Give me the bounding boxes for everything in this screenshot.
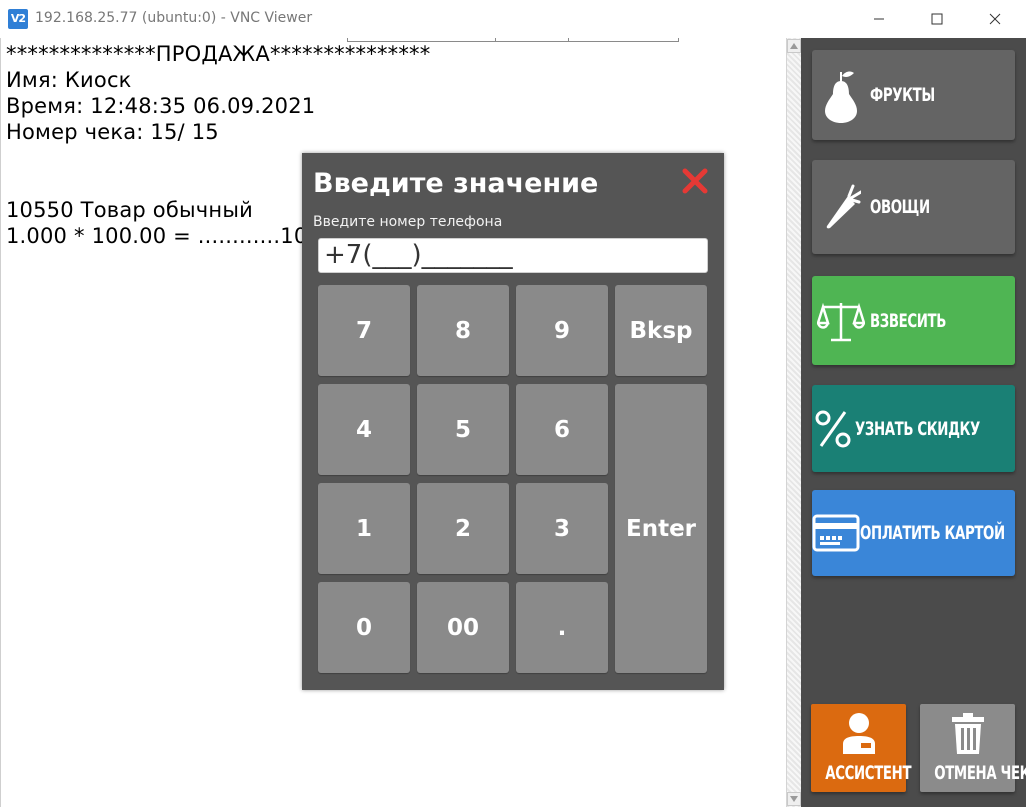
key-8[interactable]: 8 — [417, 285, 509, 376]
phone-input[interactable]: +7(___)_______ — [318, 238, 708, 273]
pay-by-card-label: ОПЛАТИТЬ КАРТОЙ — [860, 522, 1005, 544]
key-dot[interactable]: . — [516, 582, 608, 673]
pay-by-card-button[interactable]: ОПЛАТИТЬ КАРТОЙ — [812, 490, 1015, 576]
carrot-icon — [812, 184, 870, 230]
weigh-label: ВЗВЕСИТЬ — [870, 309, 946, 332]
vnc-app-icon: V2 — [8, 9, 28, 29]
enter-key[interactable]: Enter — [615, 384, 707, 673]
assistant-button[interactable]: АССИСТЕНТ — [811, 704, 912, 792]
receipt-line: 10550 Товар обычный — [6, 198, 253, 222]
fruits-button[interactable]: ФРУКТЫ — [812, 50, 1015, 140]
key-9[interactable]: 9 — [516, 285, 608, 376]
weigh-button[interactable]: ВЗВЕСИТЬ — [812, 276, 1015, 365]
receipt-line: Номер чека: 15/ 15 — [6, 120, 219, 144]
key-2[interactable]: 2 — [417, 483, 509, 574]
window-title: 192.168.25.77 (ubuntu:0) - VNC Viewer — [35, 10, 313, 26]
dialog-title: Введите значение — [313, 168, 599, 199]
key-7[interactable]: 7 — [318, 285, 410, 376]
key-00[interactable]: 00 — [417, 582, 509, 673]
close-icon — [682, 168, 708, 194]
cancel-receipt-button[interactable]: ОТМЕНА ЧЕКА — [920, 704, 1026, 792]
receipt-line: Имя: Киоск — [6, 68, 132, 92]
key-5[interactable]: 5 — [417, 384, 509, 475]
assistant-icon — [811, 712, 906, 754]
key-1[interactable]: 1 — [318, 483, 410, 574]
dialog-close-button[interactable] — [680, 166, 710, 196]
minimize-icon — [874, 18, 884, 20]
maximize-button[interactable] — [908, 0, 966, 38]
key-6[interactable]: 6 — [516, 384, 608, 475]
credit-card-icon — [812, 514, 860, 552]
backspace-key[interactable]: Bksp — [615, 285, 707, 376]
scroll-down-button[interactable] — [787, 792, 801, 806]
pear-icon — [812, 67, 870, 123]
trash-icon — [920, 712, 1015, 754]
receipt-line: Время: 12:48:35 06.09.2021 — [6, 94, 316, 118]
fruits-label: ФРУКТЫ — [870, 84, 935, 106]
percent-icon — [812, 407, 855, 451]
close-icon — [989, 13, 1001, 25]
assistant-label: АССИСТЕНТ — [825, 762, 912, 784]
key-4[interactable]: 4 — [318, 384, 410, 475]
check-discount-button[interactable]: УЗНАТЬ СКИДКУ — [812, 385, 1015, 472]
maximize-icon — [931, 13, 943, 25]
vegetables-button[interactable]: ОВОЩИ — [812, 160, 1015, 254]
cancel-receipt-label: ОТМЕНА ЧЕКА — [934, 762, 1026, 784]
scroll-up-icon — [790, 43, 798, 49]
dialog-subtitle: Введите номер телефона — [313, 214, 503, 230]
receipt-line: **************ПРОДАЖА*************** — [6, 42, 431, 66]
vegetables-label: ОВОЩИ — [870, 196, 930, 218]
key-3[interactable]: 3 — [516, 483, 608, 574]
close-window-button[interactable] — [966, 0, 1024, 38]
minimize-button[interactable] — [850, 0, 908, 38]
enter-value-dialog: Введите значение Введите номер телефона … — [302, 153, 724, 690]
scroll-down-icon — [790, 796, 798, 802]
key-0[interactable]: 0 — [318, 582, 410, 673]
receipt-scrollbar[interactable] — [786, 38, 801, 807]
check-discount-label: УЗНАТЬ СКИДКУ — [854, 417, 980, 440]
scales-icon — [812, 299, 870, 343]
action-panel: ФРУКТЫ ОВОЩИ ВЗВЕСИТЬ УЗНАТЬ СКИДКУ ОПЛА… — [801, 38, 1026, 807]
window-titlebar: V2 192.168.25.77 (ubuntu:0) - VNC Viewer — [0, 0, 1026, 38]
scroll-up-button[interactable] — [787, 39, 801, 53]
